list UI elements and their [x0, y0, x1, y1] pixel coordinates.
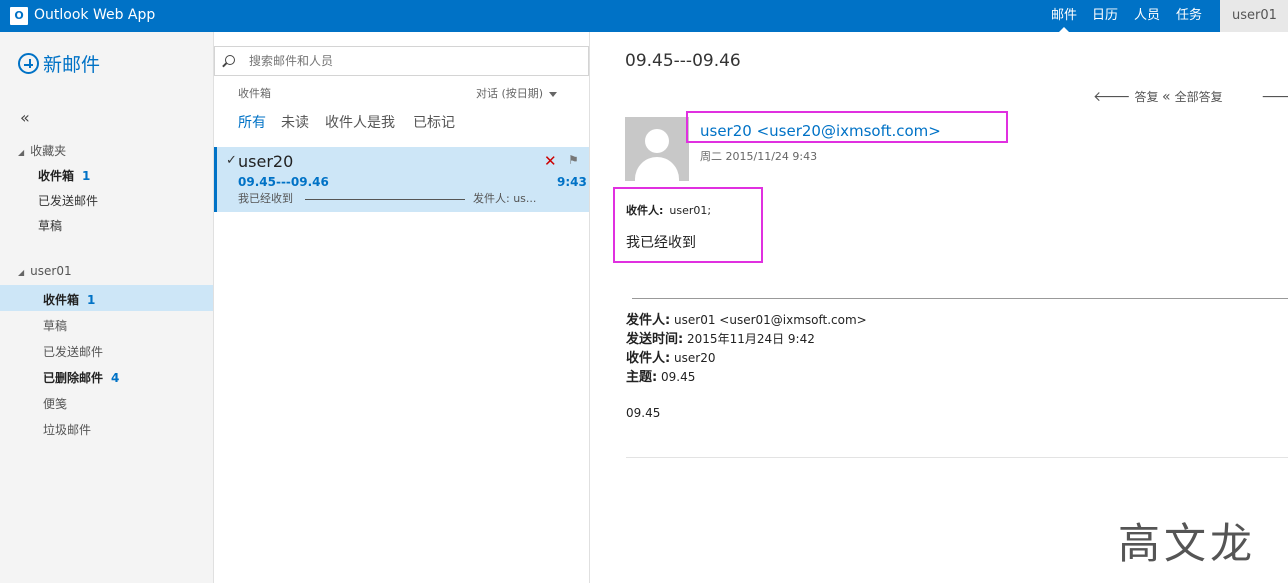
- search-input[interactable]: [249, 54, 569, 68]
- user-menu[interactable]: user01: [1220, 0, 1288, 32]
- favorites-inbox[interactable]: 收件箱 1: [38, 167, 90, 184]
- forward-button[interactable]: 🡒: [1261, 88, 1288, 105]
- reply-all-arrow-icon: «: [1162, 89, 1171, 105]
- folder-sent[interactable]: 已发送邮件: [43, 343, 103, 360]
- search-box[interactable]: [214, 46, 589, 76]
- message-time: 9:43: [557, 175, 587, 189]
- filter-to-me[interactable]: 收件人是我: [325, 112, 395, 132]
- account-header[interactable]: ◢ user01: [18, 264, 72, 278]
- favorites-header[interactable]: ◢ 收藏夹: [18, 142, 66, 159]
- nav-tasks[interactable]: 任务: [1170, 0, 1208, 32]
- selected-folder-highlight: [0, 285, 213, 311]
- delete-icon[interactable]: ✕: [544, 152, 557, 170]
- folder-notes[interactable]: 便笺: [43, 395, 67, 412]
- quote-separator: [632, 298, 1288, 299]
- new-mail-button[interactable]: 新邮件: [18, 50, 100, 77]
- folder-drafts[interactable]: 草稿: [43, 317, 67, 334]
- forward-arrow-icon: 🡒: [1261, 89, 1288, 105]
- filter-flagged[interactable]: 已标记: [413, 112, 455, 132]
- sort-dropdown[interactable]: 对话 (按日期): [476, 85, 558, 101]
- filter-unread[interactable]: 未读: [281, 112, 309, 132]
- reading-date: 周二 2015/11/24 9:43: [700, 150, 818, 163]
- quoted-subject: 主题: 09.45: [626, 370, 696, 385]
- reply-all-button[interactable]: «全部答复: [1162, 88, 1223, 105]
- search-icon: [225, 55, 235, 65]
- nav-mail[interactable]: 邮件: [1044, 0, 1084, 32]
- folder-inbox[interactable]: 收件箱 1: [43, 291, 95, 308]
- filter-all[interactable]: 所有: [238, 112, 266, 132]
- folder-pane: 新邮件 « ◢ 收藏夹 收件箱 1 已发送邮件 草稿 ◢ user01 收件箱 1 草稿…: [0, 32, 214, 583]
- folder-deleted[interactable]: 已删除邮件 4: [43, 369, 119, 386]
- annotation-box-body: [613, 187, 763, 263]
- message-subject: 09.45---09.46: [238, 175, 329, 189]
- unread-count: 1: [87, 293, 96, 307]
- favorites-drafts[interactable]: 草稿: [38, 217, 62, 234]
- collapse-triangle-icon: ◢: [18, 268, 25, 277]
- sender-avatar: [625, 117, 689, 181]
- flag-icon[interactable]: ⚑: [568, 153, 579, 167]
- reading-subject: 09.45---09.46: [625, 51, 741, 71]
- unread-count: 4: [111, 371, 120, 385]
- quoted-to: 收件人: user20: [626, 351, 716, 366]
- message-list-pane: 收件箱 对话 (按日期) 所有 未读 收件人是我 已标记 ✓ user20 ✕ …: [214, 32, 590, 583]
- collapse-pane-icon[interactable]: «: [20, 108, 30, 127]
- avatar-head-icon: [645, 129, 669, 153]
- app-title: Outlook Web App: [34, 7, 156, 23]
- collapse-triangle-icon: ◢: [18, 148, 25, 157]
- quoted-body: 09.45: [626, 406, 661, 420]
- unread-count: 1: [82, 169, 91, 183]
- message-preview: 我已经收到 发件人: us...: [238, 192, 537, 205]
- message-sender: user20: [238, 152, 294, 171]
- message-end-divider: [626, 457, 1288, 458]
- nav-people[interactable]: 人员: [1128, 0, 1166, 32]
- reply-arrow-icon: 🡐: [1093, 89, 1131, 105]
- quoted-sent: 发送时间: 2015年11月24日 9:42: [626, 332, 815, 347]
- plus-circle-icon: [18, 53, 39, 74]
- folder-junk[interactable]: 垃圾邮件: [43, 421, 91, 438]
- reading-pane: 09.45---09.46 🡐 答复 «全部答复 🡒 user20 <user20…: [590, 32, 1288, 583]
- nav-calendar[interactable]: 日历: [1086, 0, 1124, 32]
- outlook-logo-icon: O: [10, 7, 28, 25]
- annotation-box-sender: [686, 111, 1008, 143]
- watermark: 高文龙: [1118, 519, 1257, 568]
- top-bar: O Outlook Web App 邮件 日历 人员 任务 user01: [0, 0, 1288, 32]
- preview-underline: [305, 199, 465, 200]
- current-folder-label: 收件箱: [238, 87, 271, 100]
- caret-down-icon: [549, 91, 558, 97]
- new-mail-label: 新邮件: [43, 54, 101, 76]
- message-item[interactable]: ✓ user20 ✕ ⚑ 09.45---09.46 9:43 我已经收到 发件人…: [214, 147, 589, 212]
- check-icon[interactable]: ✓: [226, 153, 237, 168]
- reply-button[interactable]: 🡐 答复: [1093, 88, 1159, 105]
- favorites-sent[interactable]: 已发送邮件: [38, 192, 98, 209]
- avatar-body-icon: [635, 157, 679, 181]
- quoted-from: 发件人: user01 <user01@ixmsoft.com>: [626, 313, 867, 328]
